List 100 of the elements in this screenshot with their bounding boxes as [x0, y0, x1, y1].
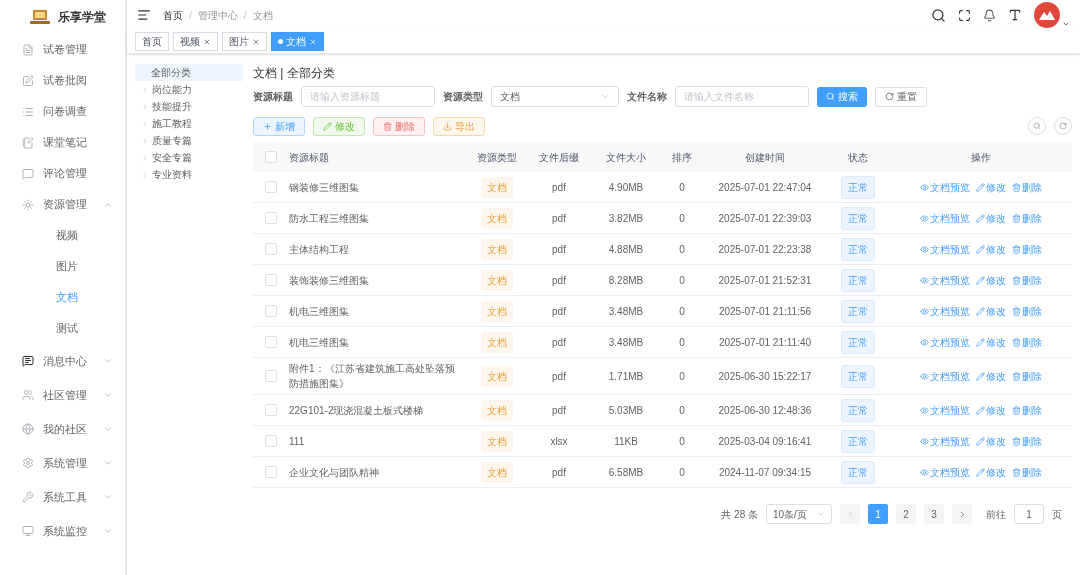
page-button[interactable]: 2 [896, 504, 916, 524]
checkbox[interactable] [265, 212, 277, 224]
checkbox[interactable] [265, 274, 277, 286]
action-link[interactable]: 文档预览 [919, 241, 970, 257]
sidebar-item[interactable]: 系统工具 [0, 480, 125, 514]
tab[interactable]: 图片 [222, 32, 267, 51]
sidebar-item[interactable]: 我的社区 [0, 412, 125, 446]
expand-caret-icon[interactable] [141, 102, 149, 111]
checkbox[interactable] [265, 305, 277, 317]
expand-caret-icon[interactable] [141, 85, 149, 94]
action-link[interactable]: 修改 [975, 179, 1006, 195]
action-link[interactable]: 删除 [1011, 433, 1042, 449]
tab[interactable]: 首页 [135, 32, 169, 51]
checkbox[interactable] [265, 370, 277, 382]
avatar[interactable] [1034, 2, 1060, 28]
action-link[interactable]: 文档预览 [919, 368, 970, 384]
reset-button[interactable]: 重置 [875, 86, 927, 107]
sidebar-item[interactable]: 问卷调查 [0, 96, 125, 127]
action-link[interactable]: 删除 [1011, 179, 1042, 195]
sidebar-subitem[interactable]: 视频 [0, 220, 125, 251]
fullscreen-icon[interactable] [958, 8, 971, 22]
tab[interactable]: 视频 [173, 32, 218, 51]
action-link[interactable]: 修改 [975, 368, 1006, 384]
sidebar-item[interactable]: 系统监控 [0, 514, 125, 548]
sidebar-subitem[interactable]: 图片 [0, 251, 125, 282]
toolbar-button[interactable]: 修改 [313, 116, 365, 136]
expand-caret-icon[interactable] [141, 136, 149, 145]
prev-page-button[interactable] [840, 504, 860, 524]
close-icon[interactable] [309, 37, 317, 46]
checkbox[interactable] [265, 181, 277, 193]
sidebar-subitem[interactable]: 测试 [0, 313, 125, 344]
bell-icon[interactable] [983, 8, 996, 22]
action-link[interactable]: 文档预览 [919, 303, 970, 319]
sidebar-subitem[interactable]: 文档 [0, 282, 125, 313]
action-link[interactable]: 修改 [975, 210, 1006, 226]
action-link[interactable]: 修改 [975, 272, 1006, 288]
search-button[interactable]: 搜索 [817, 86, 867, 107]
action-link[interactable]: 文档预览 [919, 334, 970, 350]
sidebar-item[interactable]: 社区管理 [0, 378, 125, 412]
caret-icon[interactable] [1062, 20, 1070, 28]
menu-icon[interactable] [137, 8, 151, 22]
page-input[interactable]: 1 [1014, 504, 1044, 524]
expand-caret-icon[interactable] [141, 170, 149, 179]
action-link[interactable]: 删除 [1011, 402, 1042, 418]
action-link[interactable]: 文档预览 [919, 433, 970, 449]
action-link[interactable]: 文档预览 [919, 179, 970, 195]
sidebar-item[interactable]: 系统管理 [0, 446, 125, 480]
action-link[interactable]: 删除 [1011, 303, 1042, 319]
checkbox[interactable] [265, 336, 277, 348]
action-link[interactable]: 文档预览 [919, 464, 970, 480]
sidebar-item[interactable]: 评论管理 [0, 158, 125, 189]
action-link[interactable]: 删除 [1011, 368, 1042, 384]
action-link[interactable]: 文档预览 [919, 272, 970, 288]
sidebar-item[interactable]: 资源管理 [0, 189, 125, 220]
toolbar-button[interactable]: 删除 [373, 116, 425, 136]
sidebar-item[interactable]: 试卷批阅 [0, 65, 125, 96]
tree-item[interactable]: 安全专篇 [135, 149, 243, 166]
page-button[interactable]: 3 [924, 504, 944, 524]
checkbox[interactable] [265, 243, 277, 255]
checkbox[interactable] [265, 404, 277, 416]
page-button[interactable]: 1 [868, 504, 888, 524]
close-icon[interactable] [203, 37, 211, 46]
checkbox[interactable] [265, 151, 277, 163]
trash-icon [1011, 467, 1021, 477]
action-link[interactable]: 删除 [1011, 210, 1042, 226]
action-link[interactable]: 文档预览 [919, 402, 970, 418]
action-link[interactable]: 修改 [975, 464, 1006, 480]
action-link[interactable]: 删除 [1011, 464, 1042, 480]
next-page-button[interactable] [952, 504, 972, 524]
tree-item[interactable]: 专业资料 [135, 166, 243, 183]
action-link[interactable]: 修改 [975, 241, 1006, 257]
tree-item[interactable]: 施工教程 [135, 115, 243, 132]
action-link[interactable]: 修改 [975, 433, 1006, 449]
search-icon[interactable] [931, 7, 946, 23]
action-link[interactable]: 修改 [975, 334, 1006, 350]
action-link[interactable]: 修改 [975, 303, 1006, 319]
toolbar-button[interactable]: 导出 [433, 116, 485, 136]
tree-item[interactable]: 技能提升 [135, 98, 243, 115]
tab[interactable]: 文档 [271, 32, 324, 51]
action-link[interactable]: 修改 [975, 402, 1006, 418]
sidebar-item[interactable]: 消息中心 [0, 344, 125, 378]
sidebar-item[interactable]: 课堂笔记 [0, 127, 125, 158]
checkbox[interactable] [265, 435, 277, 447]
expand-caret-icon[interactable] [141, 153, 149, 162]
checkbox[interactable] [265, 466, 277, 478]
close-icon[interactable] [252, 37, 260, 46]
font-size-icon[interactable] [1008, 8, 1022, 22]
sidebar-item[interactable]: 试卷管理 [0, 34, 125, 65]
action-link[interactable]: 文档预览 [919, 210, 970, 226]
expand-caret-icon[interactable] [141, 119, 149, 128]
page-size-select[interactable]: 10条/页 [766, 504, 832, 524]
tree-item[interactable]: 质量专篇 [135, 132, 243, 149]
tree-item[interactable]: 岗位能力 [135, 81, 243, 98]
action-link[interactable]: 删除 [1011, 272, 1042, 288]
breadcrumb-item[interactable]: 首页 [163, 7, 183, 23]
tree-item[interactable]: 全部分类 [135, 64, 243, 81]
action-link[interactable]: 删除 [1011, 241, 1042, 257]
select-field[interactable]: 文档 [491, 86, 619, 107]
toolbar-button[interactable]: 新增 [253, 116, 305, 136]
action-link[interactable]: 删除 [1011, 334, 1042, 350]
